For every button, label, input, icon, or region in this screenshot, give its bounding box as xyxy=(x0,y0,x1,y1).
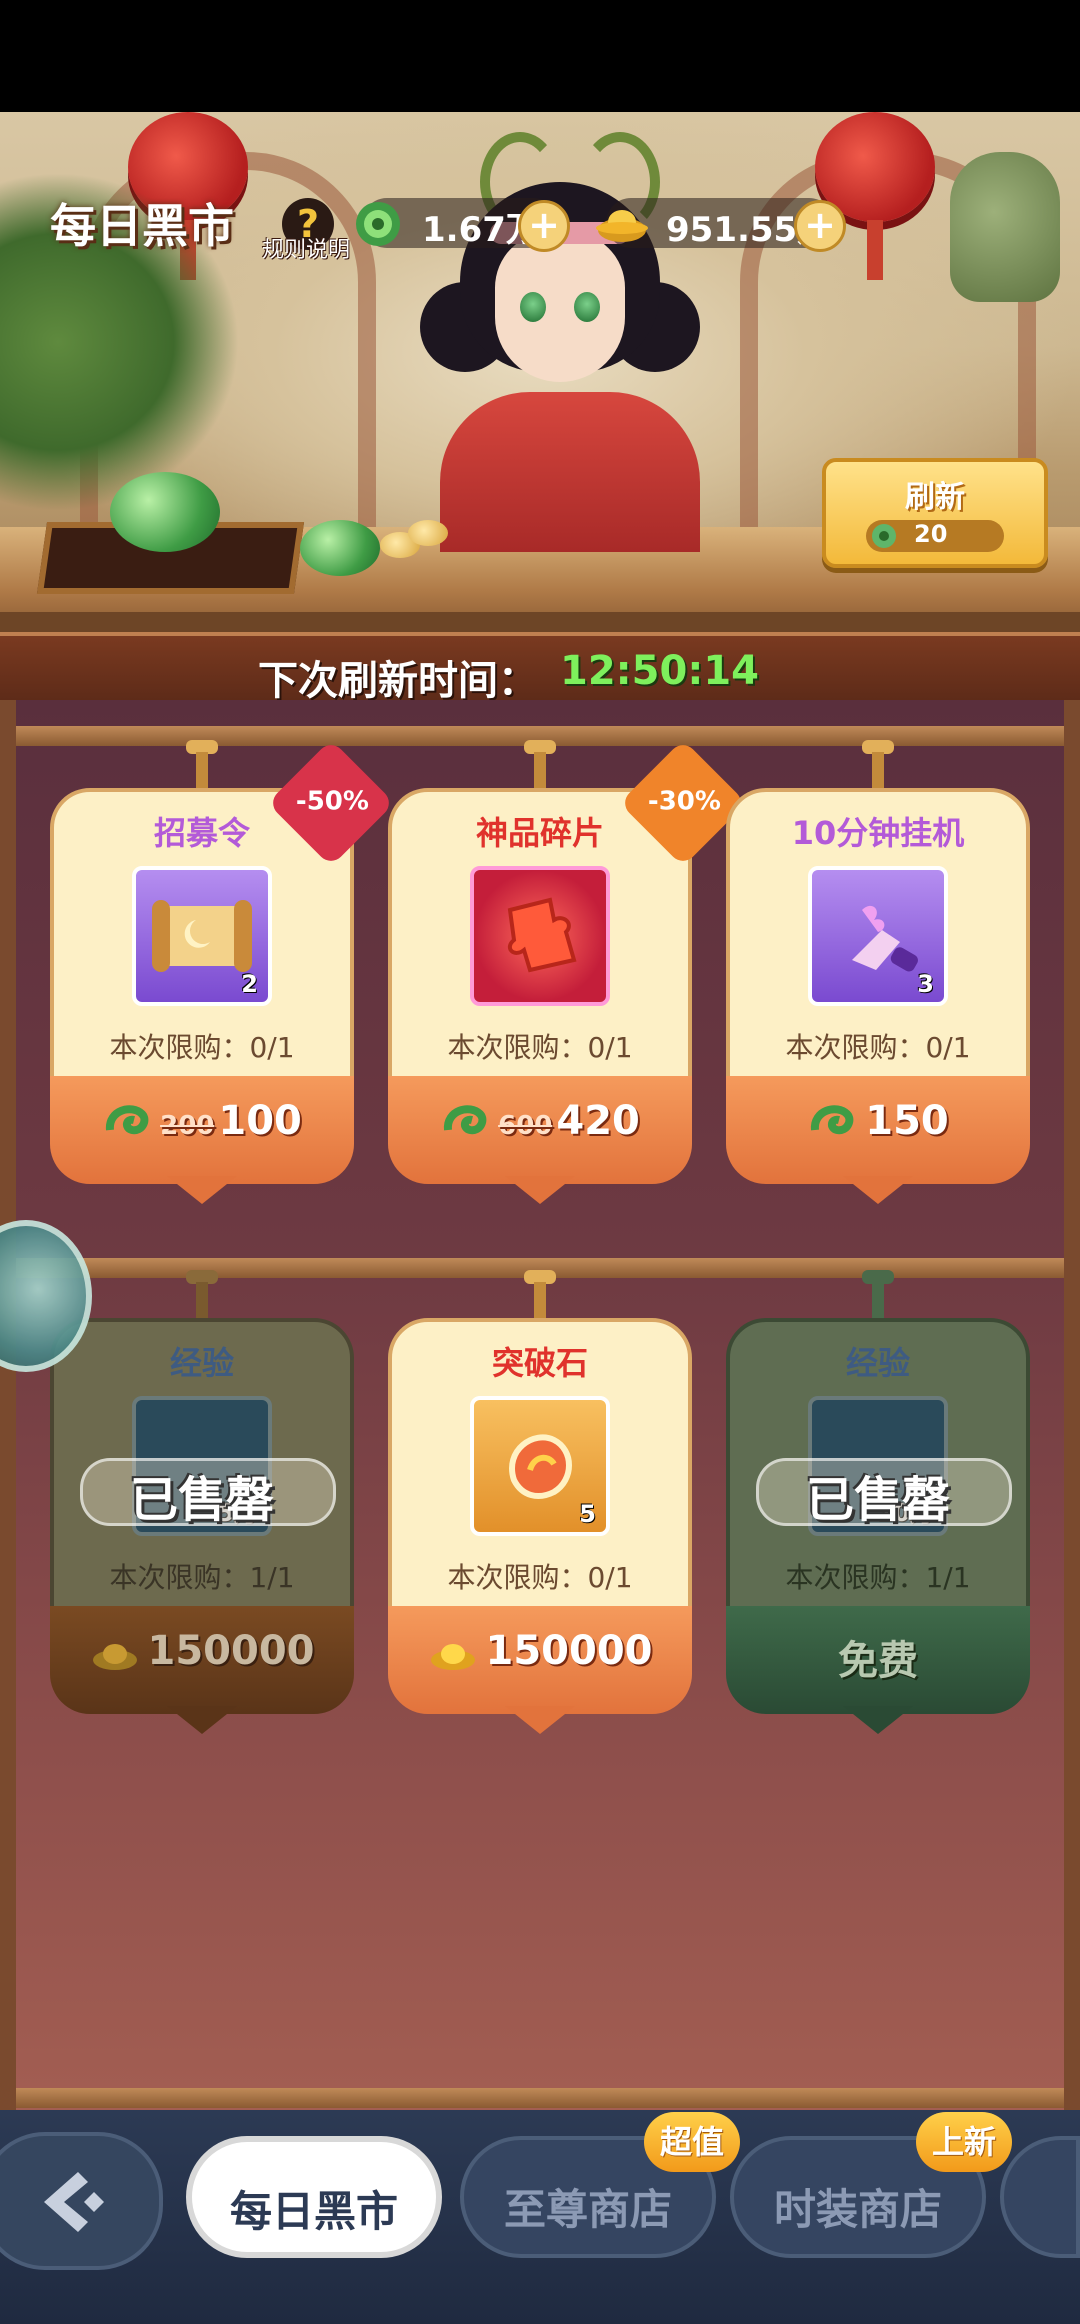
shop-item-card[interactable]: 神品碎片 本次限购：0/1 600 420 -30% xyxy=(388,739,747,1230)
jade-currency-display: 1.67万 + xyxy=(356,198,570,252)
status-bar xyxy=(0,0,1080,112)
original-price: 200 xyxy=(160,1111,215,1141)
sold-out-label: 已售罄 xyxy=(805,1472,950,1528)
purchase-limit: 本次限购：0/1 xyxy=(447,1031,633,1064)
shop-item-card[interactable]: 突破石 5 本次限购：0/1 150000 xyxy=(388,1270,692,1760)
jade-dragon-icon xyxy=(110,472,220,552)
jade-icon xyxy=(106,1105,149,1135)
buy-button[interactable]: 150 xyxy=(726,1098,1030,1146)
shop-item-card-sold-out: 经验 5万 已售罄 本次限购：1/1 150000 xyxy=(50,1270,354,1760)
sale-price: 420 xyxy=(556,1098,640,1144)
vase-decoration xyxy=(950,152,1060,302)
item-quantity: 2 xyxy=(241,970,258,998)
puzzle-fragment-icon xyxy=(470,866,610,1006)
item-quantity: 3 xyxy=(917,970,934,998)
shop-item-card-sold-out: 经验 20万 已售罄 本次限购：1/1 免费 xyxy=(726,1270,1030,1760)
buy-button[interactable]: 200 100 xyxy=(50,1098,354,1146)
sale-price: 100 xyxy=(218,1098,302,1144)
refresh-label: 刷新 xyxy=(905,480,965,515)
price-value: 150000 xyxy=(485,1628,653,1674)
refresh-timer-bar xyxy=(0,632,1080,704)
jade-icon xyxy=(356,202,400,246)
buy-button[interactable]: 150000 xyxy=(388,1628,692,1676)
item-name: 突破石 xyxy=(491,1344,588,1382)
jade-icon xyxy=(444,1105,487,1135)
purchase-limit: 本次限购：0/1 xyxy=(109,1031,295,1064)
purchase-limit: 本次限购：1/1 xyxy=(785,1561,971,1594)
shop-item-card[interactable]: 招募令 2 本次限购：0/1 200 100 -50% xyxy=(50,739,395,1230)
coin-icon xyxy=(408,520,448,546)
help-label[interactable]: 规则说明 xyxy=(262,232,350,264)
gold-ingot-icon xyxy=(430,1644,475,1670)
timer-label: 下次刷新时间： xyxy=(258,658,538,704)
gold-ingot-icon xyxy=(92,1644,137,1670)
breakthrough-stone-icon: 5 xyxy=(470,1396,610,1536)
new-tag: 上新 xyxy=(916,2112,1012,2172)
add-gold-button[interactable]: + xyxy=(794,200,846,252)
item-name: 经验 xyxy=(169,1344,234,1382)
price-display: 150000 xyxy=(50,1628,354,1676)
refresh-button[interactable]: 刷新 20 xyxy=(822,458,1048,568)
refresh-cost: 20 xyxy=(866,520,1004,552)
back-arrow-icon xyxy=(44,2172,104,2232)
value-tag: 超值 xyxy=(644,2112,740,2172)
price-value: 150000 xyxy=(147,1628,315,1674)
purchase-limit: 本次限购：1/1 xyxy=(109,1561,295,1594)
tab-daily-black-market[interactable]: 每日黑市 xyxy=(186,2136,442,2258)
purchase-limit: 本次限购：0/1 xyxy=(785,1031,971,1064)
shop-item-card[interactable]: 10分钟挂机 3 本次限购：0/1 150 xyxy=(726,740,1030,1230)
gold-ingot-icon xyxy=(596,210,648,242)
back-button[interactable] xyxy=(0,2132,163,2270)
timer-value: 12:50:14 xyxy=(560,648,759,694)
buy-button[interactable]: 600 420 xyxy=(388,1098,692,1146)
sold-out-label: 已售罄 xyxy=(129,1472,274,1528)
item-name: 经验 xyxy=(845,1344,910,1382)
purchase-limit: 本次限购：0/1 xyxy=(447,1561,633,1594)
sale-price: 150 xyxy=(865,1098,949,1144)
item-quantity: 5 xyxy=(579,1500,596,1528)
jade-disc-icon xyxy=(300,520,380,576)
gold-currency-display: 951.55万 + xyxy=(596,198,846,252)
original-price: 600 xyxy=(498,1111,553,1141)
jade-icon xyxy=(872,524,896,548)
recruit-scroll-icon: 2 xyxy=(132,866,272,1006)
jade-icon xyxy=(811,1105,854,1135)
item-name: 10分钟挂机 xyxy=(791,814,965,852)
price-display: 免费 xyxy=(838,1638,918,1684)
add-jade-button[interactable]: + xyxy=(518,200,570,252)
page-title: 每日黑市 xyxy=(50,199,234,253)
shelf-board xyxy=(12,2088,1068,2108)
idle-hand-icon: 3 xyxy=(808,866,948,1006)
